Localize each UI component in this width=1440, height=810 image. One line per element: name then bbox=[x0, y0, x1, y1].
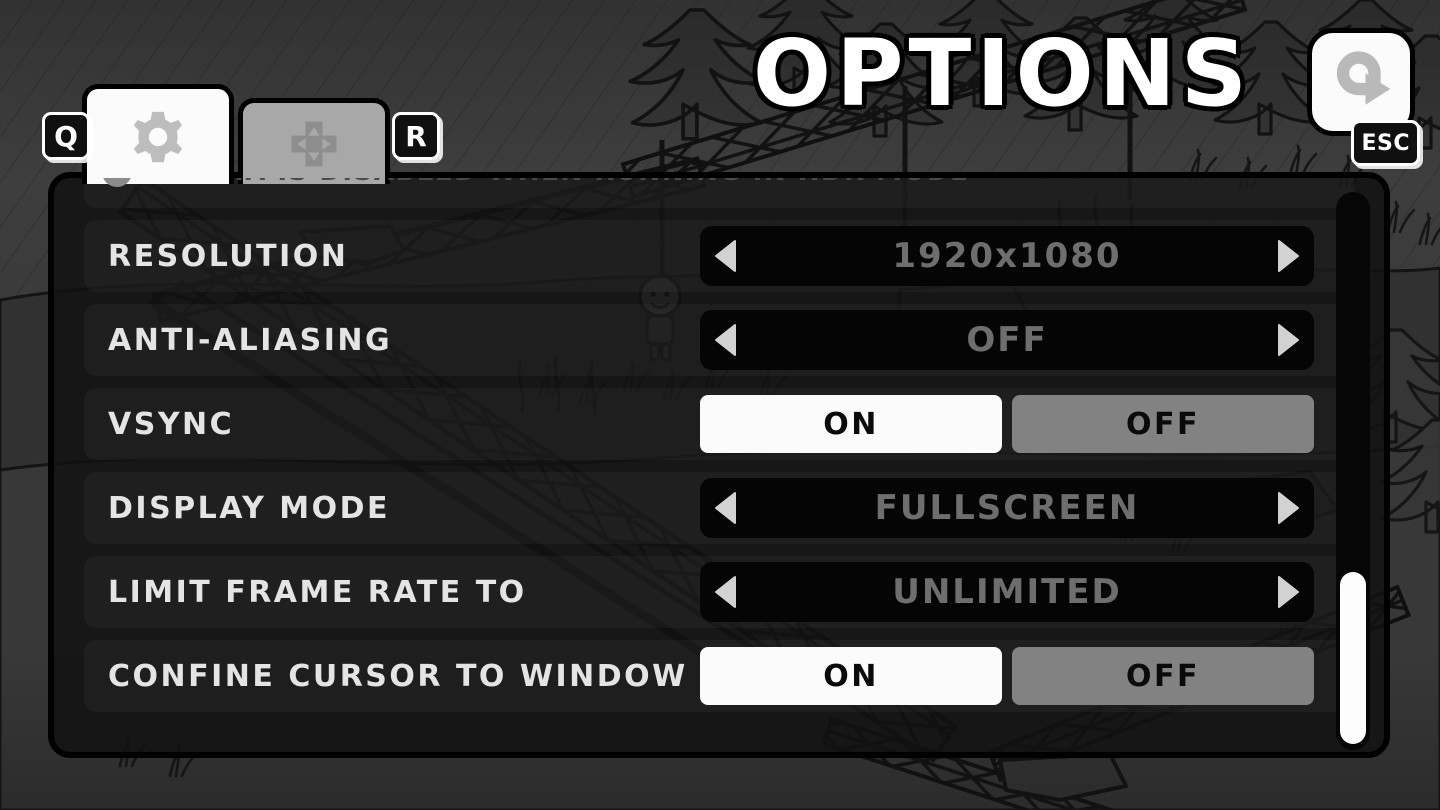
toggle-option-on[interactable]: ON bbox=[700, 395, 1002, 453]
settings-row: DISPLAY MODE FULLSCREEN bbox=[84, 466, 1354, 550]
settings-row: RESOLUTION 1920x1080 bbox=[84, 214, 1354, 298]
settings-row: VSYNC ON OFF bbox=[84, 382, 1354, 466]
spinner-value: FULLSCREEN bbox=[874, 488, 1140, 528]
chevron-left-icon[interactable] bbox=[700, 310, 752, 370]
settings-row-control: OFF bbox=[700, 310, 1354, 370]
next-tab-key-hint: R bbox=[392, 112, 440, 160]
page-title: OPTIONS bbox=[752, 20, 1252, 127]
spinner-value: UNLIMITED bbox=[892, 572, 1122, 612]
options-panel: GAMMA IS DISABLED WHEN RUNNING IN HDR MO… bbox=[48, 172, 1390, 758]
settings-row: LIMIT FRAME RATE TO UNLIMITED bbox=[84, 550, 1354, 634]
chevron-left-icon[interactable] bbox=[700, 478, 752, 538]
settings-row-label: CONFINE CURSOR TO WINDOW bbox=[108, 658, 688, 694]
settings-list: GAMMA IS DISABLED WHEN RUNNING IN HDR MO… bbox=[54, 178, 1384, 718]
toggle-option-off[interactable]: OFF bbox=[1012, 647, 1314, 705]
settings-row-label: RESOLUTION bbox=[108, 238, 349, 274]
settings-row-control: 1920x1080 bbox=[700, 226, 1354, 286]
tab-controls[interactable] bbox=[238, 98, 390, 184]
esc-key-hint: ESC bbox=[1351, 120, 1420, 166]
settings-row-label: LIMIT FRAME RATE TO bbox=[108, 574, 527, 610]
spinner-value: OFF bbox=[966, 320, 1048, 360]
chevron-left-icon[interactable] bbox=[700, 226, 752, 286]
gear-icon bbox=[127, 106, 189, 168]
chevron-right-icon[interactable] bbox=[1262, 310, 1314, 370]
chevron-right-icon[interactable] bbox=[1262, 562, 1314, 622]
dpad-icon bbox=[284, 114, 344, 174]
settings-row-label: DISPLAY MODE bbox=[108, 490, 391, 526]
settings-row-control: ON OFF bbox=[700, 395, 1354, 453]
spinner-control[interactable]: UNLIMITED bbox=[700, 562, 1314, 622]
settings-row-control: FULLSCREEN bbox=[700, 478, 1354, 538]
settings-row: ANTI-ALIASING OFF bbox=[84, 298, 1354, 382]
return-arrow-icon bbox=[1325, 44, 1397, 120]
settings-row-label: VSYNC bbox=[108, 406, 235, 442]
game-options-screen: OPTIONS ESC Q R GAMMA IS DISABLED WHEN R… bbox=[0, 0, 1440, 810]
toggle-option-off[interactable]: OFF bbox=[1012, 395, 1314, 453]
settings-row: CONFINE CURSOR TO WINDOW ON OFF bbox=[84, 634, 1354, 718]
tab-bar bbox=[82, 84, 390, 184]
toggle-control: ON OFF bbox=[700, 647, 1314, 705]
settings-row-clipped: GAMMA IS DISABLED WHEN RUNNING IN HDR MO… bbox=[84, 178, 1354, 214]
chevron-right-icon[interactable] bbox=[1262, 226, 1314, 286]
spinner-control[interactable]: 1920x1080 bbox=[700, 226, 1314, 286]
spinner-value: 1920x1080 bbox=[892, 236, 1122, 276]
settings-row-label: ANTI-ALIASING bbox=[108, 322, 393, 358]
toggle-control: ON OFF bbox=[700, 395, 1314, 453]
tab-graphics[interactable] bbox=[82, 84, 234, 184]
prev-tab-key-hint: Q bbox=[42, 112, 90, 160]
chevron-right-icon[interactable] bbox=[1262, 478, 1314, 538]
settings-row-control: UNLIMITED bbox=[700, 562, 1354, 622]
spinner-control[interactable]: OFF bbox=[700, 310, 1314, 370]
chevron-left-icon[interactable] bbox=[700, 562, 752, 622]
settings-row-control: ON OFF bbox=[700, 647, 1354, 705]
spinner-control[interactable]: FULLSCREEN bbox=[700, 478, 1314, 538]
toggle-option-on[interactable]: ON bbox=[700, 647, 1002, 705]
